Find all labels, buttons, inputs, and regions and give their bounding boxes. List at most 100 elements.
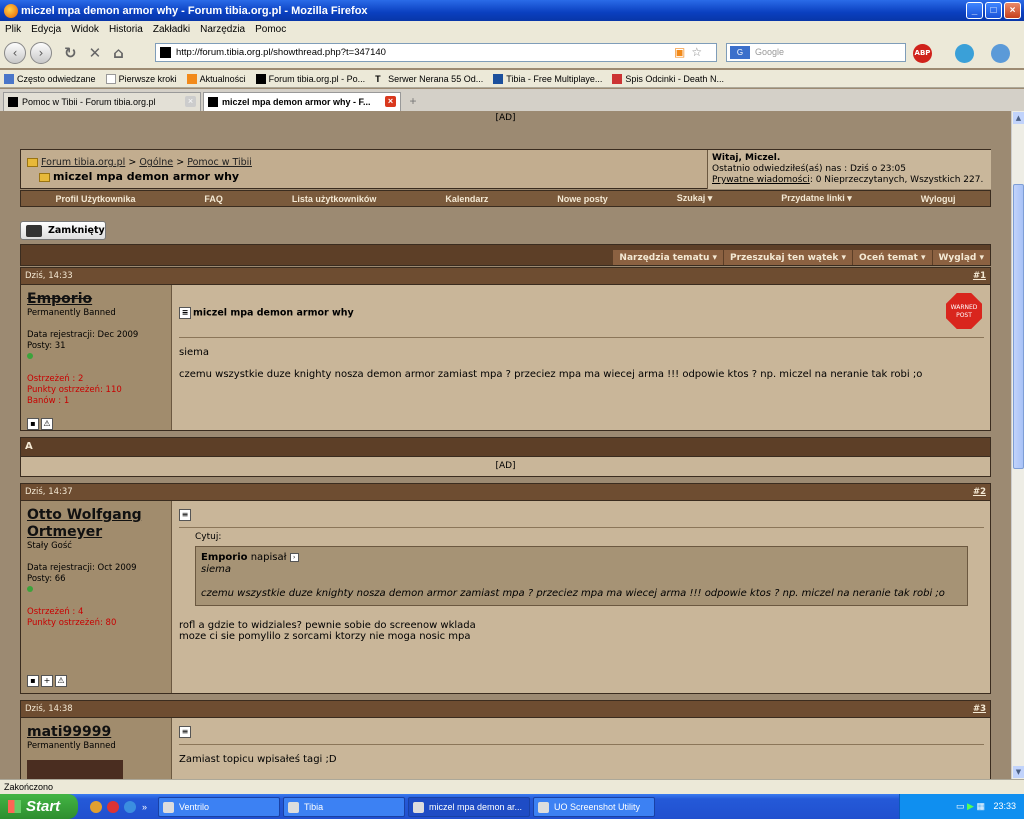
stop-icon[interactable]: ✕: [89, 44, 102, 62]
scroll-down-icon[interactable]: ▼: [1013, 766, 1024, 778]
warning-triangle-icon[interactable]: ⚠: [55, 674, 67, 687]
task-uo-screenshot[interactable]: UO Screenshot Utility: [533, 796, 656, 817]
bookmark-item[interactable]: T Serwer Nerana 55 Od...: [375, 74, 483, 84]
online-status-icon: [27, 586, 33, 592]
rss-icon[interactable]: ▣: [674, 45, 685, 59]
tab-pomoc[interactable]: Pomoc w Tibii - Forum tibia.org.pl ×: [3, 92, 201, 111]
rate-thread-menu[interactable]: Oceń temat ▾: [853, 250, 932, 265]
post-icon: ≡: [179, 307, 191, 319]
username-link[interactable]: mati99999: [27, 724, 165, 741]
username-link[interactable]: Otto Wolfgang Ortmeyer: [27, 507, 165, 541]
warned-post-badge: WARNED POST: [946, 293, 982, 329]
pm-link[interactable]: Prywatne wiadomości: [712, 175, 810, 185]
menu-bookmarks[interactable]: Zakładki: [153, 24, 190, 35]
post-body: ≡ Cytuj: Emporio napisał › siema czemu w…: [173, 501, 990, 693]
nav-links[interactable]: Przydatne linki ▾: [781, 193, 852, 204]
clock[interactable]: 23:33: [993, 801, 1016, 811]
bookmark-item[interactable]: Aktualności: [186, 73, 246, 84]
close-tab-icon[interactable]: ×: [385, 96, 396, 107]
addon-menu-icon[interactable]: [991, 44, 1010, 63]
thread-tools-bar: Narzędzia tematu ▾ Przeszukaj ten wątek …: [20, 244, 991, 266]
bookmark-item[interactable]: Forum tibia.org.pl - Po...: [255, 73, 365, 84]
nav-newposts[interactable]: Nowe posty: [557, 194, 608, 204]
username-link[interactable]: Emporio: [27, 291, 165, 308]
scroll-thumb[interactable]: [1013, 184, 1024, 469]
menu-help[interactable]: Pomoc: [255, 24, 286, 35]
adblock-icon[interactable]: ABP: [913, 44, 932, 63]
menu-tools[interactable]: Narzędzia: [200, 24, 245, 35]
tab-thread[interactable]: miczel mpa demon armor why - F... ×: [203, 92, 401, 111]
page-icon: [105, 73, 116, 84]
firefox-icon: [4, 3, 18, 18]
maximize-button[interactable]: □: [985, 2, 1002, 19]
url-input[interactable]: http://forum.tibia.org.pl/showthread.php…: [155, 43, 717, 62]
opera-quicklaunch-icon[interactable]: [107, 800, 119, 813]
task-tibia[interactable]: Tibia: [283, 796, 406, 817]
close-tab-icon[interactable]: ×: [185, 96, 196, 107]
display-mode-menu[interactable]: Wygląd ▾: [932, 250, 990, 265]
search-input[interactable]: G Google: [726, 43, 906, 62]
user-sidebar: mati99999 Permanently Banned: [21, 718, 172, 779]
thread-tools-menu[interactable]: Narzędzia tematu ▾: [613, 250, 723, 265]
close-window-button[interactable]: ×: [1004, 2, 1021, 19]
closed-thread-button[interactable]: Zamknięty: [20, 221, 106, 240]
nav-logout[interactable]: Wyloguj: [921, 194, 956, 204]
report-icon[interactable]: ▪: [27, 418, 39, 430]
warning-triangle-icon[interactable]: ⚠: [41, 418, 53, 430]
post-number-link[interactable]: #2: [973, 487, 986, 497]
keyboard-icon[interactable]: ▭: [956, 801, 965, 811]
view-post-icon[interactable]: ›: [289, 552, 299, 562]
menu-edit[interactable]: Edycja: [31, 24, 61, 35]
star-bookmark-icon[interactable]: ☆: [691, 45, 702, 59]
quote-block: Emporio napisał › siema czemu wszystkie …: [195, 546, 968, 606]
ie-quicklaunch-icon[interactable]: [124, 800, 136, 813]
task-ventrilo[interactable]: Ventrilo: [158, 796, 281, 817]
minimize-button[interactable]: _: [966, 2, 983, 19]
nav-calendar[interactable]: Kalendarz: [445, 194, 488, 204]
breadcrumb-cat2[interactable]: Pomoc w Tibii: [187, 157, 252, 168]
forum-favicon: [255, 73, 266, 84]
report-icon[interactable]: ▪: [27, 674, 39, 687]
back-arrow-icon[interactable]: ‹: [4, 42, 26, 64]
tibia-favicon: [493, 73, 504, 84]
nav-search[interactable]: Szukaj ▾: [677, 193, 713, 204]
start-button[interactable]: Start: [0, 794, 78, 819]
menu-file[interactable]: Plik: [5, 24, 21, 35]
menu-view[interactable]: Widok: [71, 24, 99, 35]
forum-favicon: [8, 97, 18, 107]
menu-history[interactable]: Historia: [109, 24, 143, 35]
folder-icon: [27, 158, 38, 167]
scroll-up-icon[interactable]: ▲: [1013, 112, 1024, 124]
bookmark-item[interactable]: Tibia - Free Multiplaye...: [493, 73, 602, 84]
new-tab-button[interactable]: +: [403, 92, 423, 111]
vertical-scrollbar[interactable]: ▲ ▼: [1011, 111, 1024, 779]
task-firefox[interactable]: miczel mpa demon ar...: [408, 796, 531, 817]
forum-nav: Profil Użytkownika FAQ Lista użytkownikó…: [20, 190, 991, 207]
network-icon[interactable]: ▦: [976, 801, 985, 811]
skype-icon[interactable]: [955, 44, 974, 63]
firefox-quicklaunch-icon[interactable]: [90, 800, 102, 813]
post-header: Dziś, 14:33 #1: [20, 267, 991, 285]
bookmark-item[interactable]: Często odwiedzane: [4, 73, 96, 84]
breadcrumb-cat1[interactable]: Ogólne: [139, 157, 173, 168]
taskbar: Start » Ventrilo Tibia miczel mpa demon …: [0, 794, 1024, 819]
bookmark-item[interactable]: Spis Odcinki - Death N...: [612, 73, 724, 84]
reload-icon[interactable]: ↻: [64, 44, 77, 62]
home-icon[interactable]: ⌂: [113, 44, 124, 62]
bookmark-item[interactable]: Pierwsze kroki: [105, 73, 177, 84]
forward-arrow-icon[interactable]: ›: [30, 42, 52, 64]
quicklaunch-more-icon[interactable]: »: [142, 802, 147, 812]
post-header: Dziś, 14:38 #3: [20, 700, 991, 718]
nav-userlist[interactable]: Lista użytkowników: [292, 194, 377, 204]
rss-icon: [186, 73, 197, 84]
nav-faq[interactable]: FAQ: [204, 194, 223, 204]
nav-profile[interactable]: Profil Użytkownika: [55, 194, 135, 204]
add-icon[interactable]: +: [41, 674, 53, 687]
post-number-link[interactable]: #3: [973, 704, 986, 714]
post: mati99999 Permanently Banned ≡ Zamiast t…: [20, 718, 991, 779]
forum-favicon: [208, 97, 218, 107]
breadcrumb-site[interactable]: Forum tibia.org.pl: [41, 157, 125, 168]
search-thread-menu[interactable]: Przeszukaj ten wątek ▾: [724, 250, 853, 265]
post-number-link[interactable]: #1: [973, 271, 986, 281]
media-play-icon[interactable]: ▶: [967, 801, 974, 811]
